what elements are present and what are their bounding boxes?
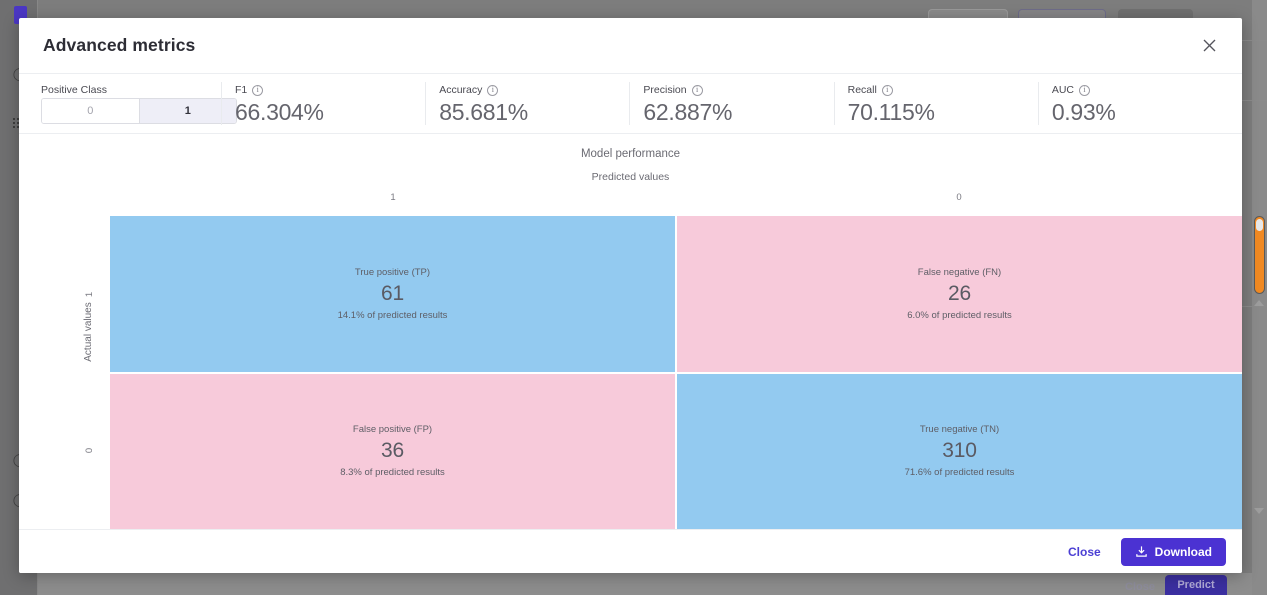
confusion-matrix-chart: Model performance Predicted values 1 0 A… <box>19 134 1242 529</box>
background-bottom-bar <box>38 573 1267 595</box>
x-tick-1: 1 <box>390 192 396 203</box>
y-tick-0-text: 0 <box>84 448 96 454</box>
close-icon[interactable] <box>1194 31 1224 61</box>
positive-class-label-text: Positive Class <box>41 84 107 96</box>
positive-class-toggle[interactable]: 0 1 <box>41 98 237 124</box>
metric-accuracy: Accuracy i 85.681% <box>425 74 629 133</box>
metric-recall-value: 70.115% <box>847 99 935 125</box>
cell-percent: 14.1% of predicted results <box>337 309 448 321</box>
metric-precision-label: Precision i <box>643 84 833 96</box>
matrix-cell-true-negative[interactable]: True negative (TN) 310 71.6% of predicte… <box>677 373 1242 529</box>
metrics-summary-row: Positive Class 0 1 F1 i 66.304% Accuracy… <box>19 74 1242 134</box>
metric-recall-label-text: Recall <box>847 84 877 96</box>
cell-label: True negative (TN) <box>919 424 1000 436</box>
metric-f1-label: F1 i <box>235 84 425 96</box>
chart-title: Model performance <box>580 148 681 160</box>
dialog-header: Advanced metrics <box>19 18 1242 74</box>
scrollbar-thumb[interactable] <box>1254 216 1265 294</box>
metric-accuracy-label: Accuracy i <box>439 84 629 96</box>
metric-f1-value: 66.304% <box>235 99 324 125</box>
download-button-label: Download <box>1154 544 1212 559</box>
metric-precision: Precision i 62.887% <box>629 74 833 133</box>
x-tick-0: 0 <box>956 192 962 203</box>
download-icon <box>1135 545 1148 558</box>
metric-f1-label-text: F1 <box>235 84 248 96</box>
positive-class-field: Positive Class 0 1 <box>19 74 237 133</box>
download-button[interactable]: Download <box>1120 537 1226 566</box>
app-root: ◯ ◯ ◯ ▦ 及言反面未来-及不及言.csv ▤ Total columns:… <box>0 0 1267 595</box>
cell-label: True positive (TP) <box>354 266 431 278</box>
y-tick-0: 0 <box>79 373 101 530</box>
y-tick-1: 1 <box>79 216 101 373</box>
metric-auc-label: AUC i <box>1052 84 1242 96</box>
advanced-metrics-dialog: Advanced metrics Positive Class 0 1 F1 i… <box>19 18 1242 573</box>
metric-precision-label-text: Precision <box>643 84 687 96</box>
chart-x-axis-label: Predicted values <box>591 171 670 183</box>
matrix-cell-false-positive[interactable]: False positive (FP) 36 8.3% of predicted… <box>110 373 675 529</box>
cell-count: 310 <box>942 439 977 463</box>
matrix-cell-true-positive[interactable]: True positive (TP) 61 14.1% of predicted… <box>110 216 675 372</box>
metric-recall-label: Recall i <box>848 84 1038 96</box>
metric-accuracy-label-text: Accuracy <box>439 84 483 96</box>
cell-count: 61 <box>381 281 404 305</box>
page-scrollbar[interactable] <box>1252 0 1267 595</box>
cell-label: False positive (FP) <box>352 424 433 436</box>
background-close-button[interactable]: Close <box>1125 581 1155 593</box>
chart-x-ticks: 1 0 <box>110 192 1242 203</box>
metric-auc-label-text: AUC <box>1051 84 1074 96</box>
y-tick-1-text: 1 <box>84 291 96 297</box>
info-icon[interactable]: i <box>691 84 703 96</box>
info-icon[interactable]: i <box>1078 84 1090 96</box>
metric-recall: Recall i 70.115% <box>833 74 1038 133</box>
scroll-down-icon[interactable] <box>1254 508 1264 514</box>
dialog-footer: Close Download <box>19 529 1242 573</box>
chart-y-ticks: 1 0 <box>79 216 101 529</box>
metric-auc: AUC i 0.93% <box>1037 74 1242 133</box>
background-predict-button[interactable]: Predict <box>1165 575 1227 595</box>
cell-count: 36 <box>381 439 404 463</box>
positive-class-label: Positive Class <box>41 84 221 96</box>
cell-count: 26 <box>948 281 971 305</box>
info-icon[interactable]: i <box>487 84 499 96</box>
cell-label: False negative (FN) <box>917 266 1002 278</box>
metric-accuracy-value: 85.681% <box>439 99 528 125</box>
matrix-cell-false-negative[interactable]: False negative (FN) 26 6.0% of predicted… <box>677 216 1242 372</box>
cell-percent: 71.6% of predicted results <box>904 467 1015 479</box>
matrix-grid: True positive (TP) 61 14.1% of predicted… <box>110 216 1242 529</box>
info-icon[interactable]: i <box>881 84 893 96</box>
positive-class-option-0[interactable]: 0 <box>42 99 139 123</box>
page-title: Advanced metrics <box>43 35 196 55</box>
metric-precision-value: 62.887% <box>643 99 733 125</box>
close-button[interactable]: Close <box>1064 539 1105 565</box>
info-icon[interactable]: i <box>252 84 264 96</box>
metric-f1: F1 i 66.304% <box>221 74 425 133</box>
metric-auc-value: 0.93% <box>1051 99 1116 125</box>
cell-percent: 8.3% of predicted results <box>340 467 445 479</box>
cell-percent: 6.0% of predicted results <box>907 309 1012 321</box>
